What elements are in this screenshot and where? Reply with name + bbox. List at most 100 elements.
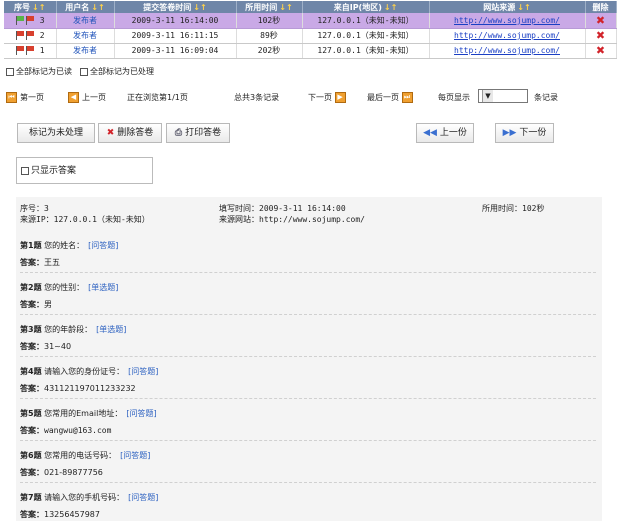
next-copy-button[interactable]: ▶▶ 下一份 <box>495 123 554 143</box>
processed-flag-icon[interactable] <box>25 15 34 25</box>
table-row[interactable]: 3 发布者 2009-3-11 16:14:00 102秒 127.0.0.1（… <box>4 13 617 29</box>
seq-cell: 3 <box>4 13 57 29</box>
processed-flag-icon[interactable] <box>25 46 34 55</box>
answer-value: 31~40 <box>44 342 72 351</box>
used-time-cell: 89秒 <box>236 28 303 44</box>
detail-used-time: 所用时间：102秒 <box>482 204 545 213</box>
first-page-icon: ⏮ <box>6 92 17 103</box>
separator <box>20 440 596 441</box>
read-flag-icon[interactable] <box>15 46 24 55</box>
question-type-link[interactable]: [单选题] <box>96 325 126 334</box>
prev-page-icon: ◀ <box>68 92 79 103</box>
ip-cell: 127.0.0.1（未知-未知） <box>302 43 430 59</box>
fast-forward-icon: ▶▶ <box>502 128 517 138</box>
prev-copy-button[interactable]: ◀◀ 上一份 <box>416 123 474 143</box>
delete-answer-button[interactable]: ✖ 删除答卷 <box>98 123 162 143</box>
read-flag-icon[interactable] <box>15 15 24 25</box>
source-link[interactable]: http://www.sojump.com/ <box>429 13 586 29</box>
submit-time-cell: 2009-3-11 16:14:00 <box>114 13 237 29</box>
question-type-link[interactable]: [问答题] <box>120 451 150 460</box>
col-user-header[interactable]: 用户名 ↓↑ <box>56 1 115 13</box>
question-item: 第1题 您的姓名： [问答题] 答案：王五 <box>20 240 596 273</box>
last-page-icon: ⏭ <box>401 92 413 103</box>
answer-value: 王五 <box>44 258 60 267</box>
answer-value: wangwu@163.com <box>44 426 112 435</box>
question-item: 第7题 请输入您的手机号码： [问答题] 答案：13256457987 <box>20 493 159 519</box>
read-flag-icon[interactable] <box>15 31 24 40</box>
mark-all-done-checkbox[interactable] <box>80 67 88 76</box>
chevron-down-icon[interactable]: ▼ <box>482 90 493 102</box>
answer-value: 男 <box>44 300 52 309</box>
mark-all-read-checkbox[interactable] <box>6 67 14 76</box>
table-row[interactable]: 1 发布者 2009-3-11 16:09:04 202秒 127.0.0.1（… <box>4 43 617 59</box>
answer-value: 13256457987 <box>44 510 100 519</box>
separator <box>20 356 596 357</box>
ip-cell: 127.0.0.1（未知-未知） <box>302 13 430 29</box>
mark-all-done-option[interactable]: 全部标记为已处理 <box>80 66 154 77</box>
only-answers-option[interactable]: 只显示答案 <box>21 163 76 176</box>
per-page-unit: 条记录 <box>534 93 558 102</box>
question-type-link[interactable]: [问答题] <box>128 493 158 502</box>
only-answers-box: 只显示答案 <box>16 157 153 184</box>
user-cell[interactable]: 发布者 <box>56 13 115 29</box>
mark-all-read-option[interactable]: 全部标记为已读 <box>6 66 72 77</box>
processed-flag-icon[interactable] <box>25 31 34 40</box>
only-answers-checkbox[interactable] <box>21 166 29 175</box>
col-used-time-header[interactable]: 所用时间 ↓↑ <box>236 1 303 13</box>
sort-icon[interactable]: ↓↑ <box>193 3 206 12</box>
source-link[interactable]: http://www.sojump.com/ <box>429 43 586 59</box>
sort-icon[interactable]: ↓↑ <box>517 3 530 12</box>
detail-fill-time: 填写时间：2009-3-11 16:14:00 <box>219 204 346 213</box>
table-header-row: 序号 ↓↑ 用户名 ↓↑ 提交答卷时间 ↓↑ 所用时间 ↓↑ 来自IP(地区) ↓↑ 网站… <box>4 1 617 13</box>
delete-cell: ✖ <box>585 13 617 29</box>
delete-cell: ✖ <box>585 43 617 59</box>
submit-time-cell: 2009-3-11 16:11:15 <box>114 28 237 44</box>
record-count: 总共3条记录 <box>234 93 280 102</box>
col-submit-time-header[interactable]: 提交答卷时间 ↓↑ <box>114 1 237 13</box>
per-page-select[interactable]: 6▼ <box>478 89 528 103</box>
delete-icon[interactable]: ✖ <box>596 29 605 42</box>
source-link[interactable]: http://www.sojump.com/ <box>429 28 586 44</box>
separator <box>20 398 596 399</box>
first-page-link[interactable]: ⏮ 第一页 <box>6 92 44 103</box>
used-time-cell: 202秒 <box>236 43 303 59</box>
page-status: 正在浏览第1/1页 <box>127 93 188 102</box>
prev-page-link[interactable]: ◀ 上一页 <box>68 92 106 103</box>
question-item: 第2题 您的性别： [单选题] 答案：男 <box>20 282 596 315</box>
next-page-link[interactable]: 下一页 ▶ <box>308 92 349 103</box>
delete-icon: ✖ <box>106 128 115 138</box>
delete-icon[interactable]: ✖ <box>596 44 605 57</box>
last-page-link[interactable]: 最后一页 ⏭ <box>367 92 416 103</box>
submit-time-cell: 2009-3-11 16:09:04 <box>114 43 237 59</box>
table-row[interactable]: 2 发布者 2009-3-11 16:11:15 89秒 127.0.0.1（未… <box>4 28 617 44</box>
sort-icon[interactable]: ↓↑ <box>91 3 104 12</box>
per-page-label: 每页显示 <box>438 93 470 102</box>
detail-ip: 来源IP：127.0.0.1（未知-未知） <box>20 215 150 224</box>
question-item: 第4题 请输入您的身份证号： [问答题] 答案：43112119701123323… <box>20 366 596 399</box>
ip-cell: 127.0.0.1（未知-未知） <box>302 28 430 44</box>
col-delete-header: 删除 <box>585 1 617 13</box>
answer-value: 021-89877756 <box>44 468 103 477</box>
col-source-header[interactable]: 网站来源 ↓↑ <box>429 1 586 13</box>
col-ip-header[interactable]: 来自IP(地区) ↓↑ <box>302 1 430 13</box>
user-cell[interactable]: 发布者 <box>56 28 115 44</box>
user-cell[interactable]: 发布者 <box>56 43 115 59</box>
question-type-link[interactable]: [问答题] <box>88 241 118 250</box>
question-type-link[interactable]: [问答题] <box>128 367 158 376</box>
bulk-actions: 全部标记为已读 全部标记为已处理 <box>6 66 154 77</box>
print-answer-button[interactable]: ⎙ 打印答卷 <box>166 123 230 143</box>
question-item: 第3题 您的年龄段： [单选题] 答案：31~40 <box>20 324 596 357</box>
detail-site: 来源网站：http://www.sojump.com/ <box>219 215 365 224</box>
detail-seq: 序号：3 <box>20 204 49 213</box>
answer-value: 431121197011233232 <box>44 384 136 393</box>
question-type-link[interactable]: [单选题] <box>88 283 118 292</box>
sort-icon[interactable]: ↓↑ <box>32 3 45 12</box>
question-type-link[interactable]: [问答题] <box>126 409 156 418</box>
col-seq-header[interactable]: 序号 ↓↑ <box>4 1 57 13</box>
sort-icon[interactable]: ↓↑ <box>384 3 397 12</box>
answer-detail-panel: 序号：3 填写时间：2009-3-11 16:14:00 所用时间：102秒 来… <box>16 197 602 521</box>
sort-icon[interactable]: ↓↑ <box>279 3 292 12</box>
mark-unprocessed-button[interactable]: 标记为未处理 <box>17 123 95 143</box>
delete-icon[interactable]: ✖ <box>596 14 605 27</box>
next-page-icon: ▶ <box>334 92 346 103</box>
